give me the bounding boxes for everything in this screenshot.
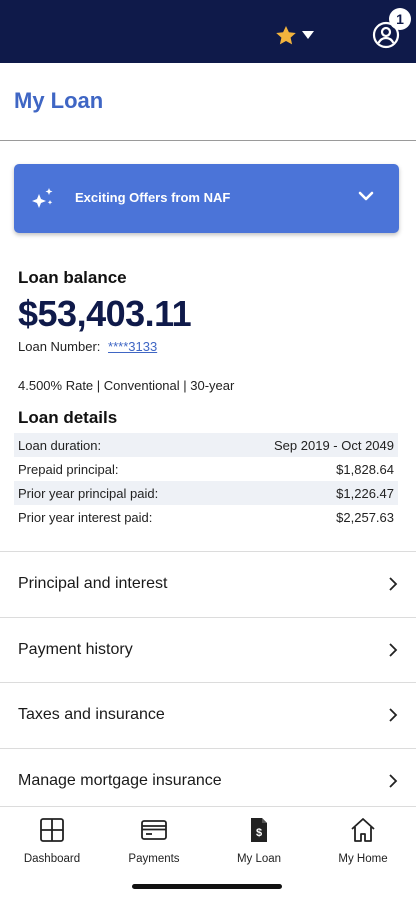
detail-label: Prepaid principal: [18, 461, 119, 477]
app-header: 1 [0, 0, 416, 63]
nav-item-principal-interest[interactable]: Principal and interest [0, 551, 416, 617]
tab-label: Dashboard [23, 853, 81, 865]
tab-dashboard[interactable]: Dashboard [0, 817, 104, 865]
divider [0, 140, 416, 141]
tab-my-home[interactable]: My Home [311, 817, 415, 865]
nav-item-label: Taxes and insurance [18, 706, 165, 724]
loan-number-row: Loan Number: ****3133 [18, 339, 157, 354]
chevron-right-icon [389, 774, 398, 788]
detail-row-duration: Loan duration: Sep 2019 - Oct 2049 [14, 433, 398, 457]
nav-item-mortgage-insurance[interactable]: Manage mortgage insurance [0, 747, 416, 814]
chevron-right-icon [389, 708, 398, 722]
loan-details-heading: Loan details [18, 408, 118, 427]
svg-text:$: $ [256, 827, 262, 839]
dashboard-icon [40, 818, 64, 842]
sparkle-icon [32, 188, 53, 208]
nav-item-label: Payment history [18, 640, 133, 658]
detail-row-prepaid-principal: Prepaid principal: $1,828.64 [14, 457, 398, 481]
loan-balance-label: Loan balance [18, 268, 127, 287]
detail-value: Sep 2019 - Oct 2049 [274, 437, 394, 453]
loan-number-link[interactable]: ****3133 [108, 339, 157, 354]
page-title: My Loan [14, 88, 104, 113]
loan-balance-value: $53,403.11 [18, 293, 192, 334]
tab-my-loan[interactable]: $ My Loan [207, 817, 311, 865]
loan-number-label: Loan Number: [18, 339, 101, 354]
detail-label: Prior year interest paid: [18, 509, 153, 525]
tab-payments[interactable]: Payments [102, 817, 206, 865]
chevron-right-icon [389, 643, 398, 657]
star-icon[interactable] [274, 24, 298, 48]
loan-nav-list: Principal and interest Payment history T… [0, 551, 416, 813]
chevron-down-icon[interactable] [358, 191, 374, 203]
detail-row-prior-interest: Prior year interest paid: $2,257.63 [14, 505, 398, 529]
detail-value: $1,226.47 [336, 485, 394, 501]
home-indicator [132, 884, 282, 889]
chevron-down-icon[interactable] [302, 31, 314, 39]
detail-label: Prior year principal paid: [18, 485, 159, 501]
tab-label: Payments [128, 853, 180, 865]
loan-rate-summary: 4.500% Rate | Conventional | 30-year [18, 378, 235, 393]
offers-label: Exciting Offers from NAF [75, 190, 231, 205]
document-dollar-icon: $ [251, 818, 267, 842]
nav-item-label: Principal and interest [18, 575, 168, 593]
tab-label: My Home [338, 853, 388, 865]
card-icon [141, 820, 167, 840]
offers-banner[interactable]: Exciting Offers from NAF [14, 164, 399, 233]
detail-row-prior-principal: Prior year principal paid: $1,226.47 [14, 481, 398, 505]
detail-label: Loan duration: [18, 437, 102, 453]
detail-value: $1,828.64 [336, 461, 394, 477]
loan-details-table: Loan duration: Sep 2019 - Oct 2049 Prepa… [14, 433, 398, 529]
nav-item-payment-history[interactable]: Payment history [0, 616, 416, 683]
chevron-right-icon [389, 577, 398, 591]
nav-item-taxes-insurance[interactable]: Taxes and insurance [0, 682, 416, 748]
detail-value: $2,257.63 [336, 509, 394, 525]
tab-label: My Loan [236, 853, 282, 865]
nav-item-label: Manage mortgage insurance [18, 771, 222, 789]
home-icon [351, 818, 375, 842]
notification-badge: 1 [389, 8, 411, 30]
